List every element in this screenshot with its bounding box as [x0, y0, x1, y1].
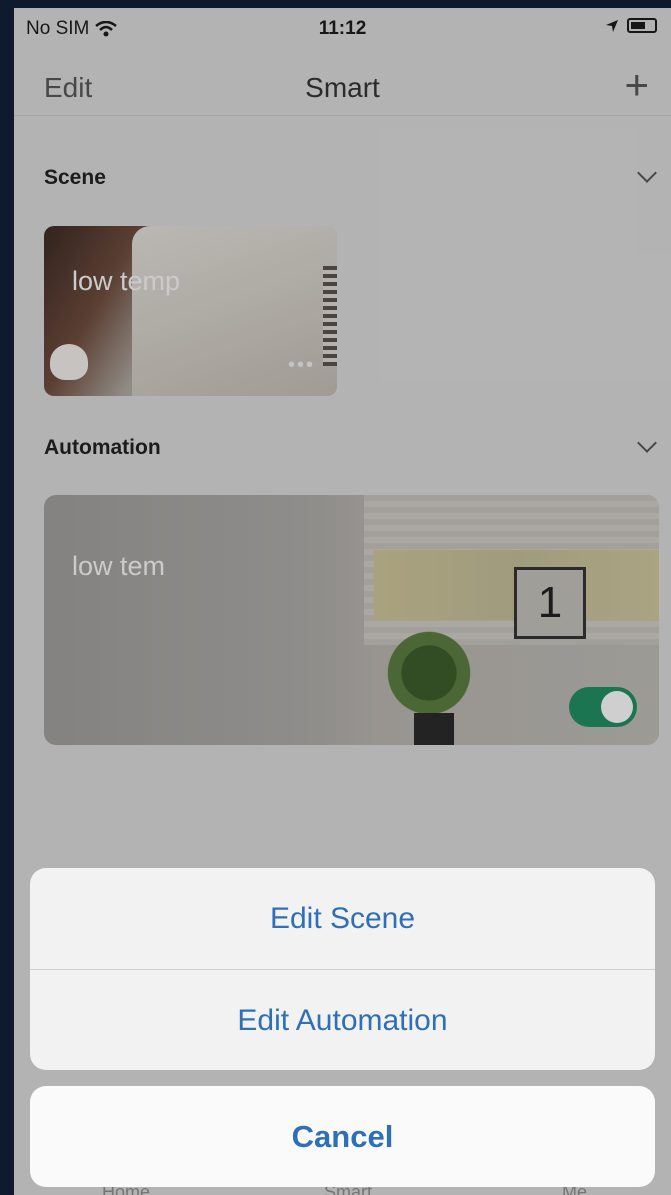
action-sheet: Edit Scene Edit Automation [30, 868, 655, 1070]
cancel-button[interactable]: Cancel [30, 1086, 655, 1187]
cancel-group: Cancel [30, 1086, 655, 1187]
edit-scene-button[interactable]: Edit Scene [30, 868, 655, 969]
app-screen: No SIM 11:12 Edit Smart + Scene low temp… [14, 8, 671, 1195]
edit-automation-button[interactable]: Edit Automation [30, 970, 655, 1070]
device-frame: No SIM 11:12 Edit Smart + Scene low temp… [0, 0, 671, 1195]
